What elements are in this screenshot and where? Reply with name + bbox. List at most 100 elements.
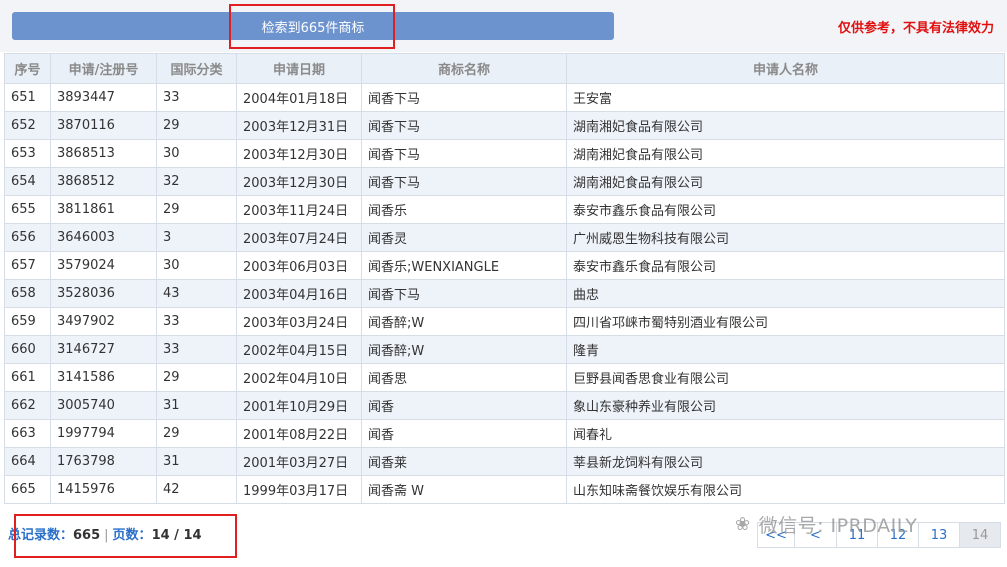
- row-index-cell: 651: [4, 83, 51, 112]
- table-row: 661 3141586 29 2002年04月10日 闻香思 巨野县闻香思食业有限公司: [4, 363, 1005, 392]
- watermark: ❀ 微信号: IPRDAILY: [735, 511, 917, 538]
- highlight-box-search-summary: [229, 4, 395, 49]
- trademark-name-link[interactable]: 闻香醉;W: [361, 335, 567, 364]
- applicant-cell: 象山东豪种养业有限公司: [566, 391, 1005, 420]
- class-cell: 43: [156, 279, 237, 308]
- table-row: 660 3146727 33 2002年04月15日 闻香醉;W 隆青: [4, 335, 1005, 364]
- trademark-name-link[interactable]: 闻香乐: [361, 195, 567, 224]
- date-cell: 2004年01月18日: [236, 83, 362, 112]
- registration-number-link[interactable]: 3868512: [50, 167, 157, 196]
- table-row: 654 3868512 32 2003年12月30日 闻香下马 湖南湘妃食品有限公司: [4, 167, 1005, 196]
- class-cell: 33: [156, 335, 237, 364]
- trademark-name-link[interactable]: 闻香下马: [361, 279, 567, 308]
- applicant-cell: 湖南湘妃食品有限公司: [566, 111, 1005, 140]
- registration-number-link[interactable]: 3497902: [50, 307, 157, 336]
- table-row: 656 3646003 3 2003年07月24日 闻香灵 广州威恩生物科技有限公司: [4, 223, 1005, 252]
- table-header-col-index: 序号: [4, 53, 51, 84]
- class-cell: 30: [156, 139, 237, 168]
- table-header-col-applicant: 申请人名称: [566, 53, 1005, 84]
- table-row: 662 3005740 31 2001年10月29日 闻香 象山东豪种养业有限公司: [4, 391, 1005, 420]
- table-row: 655 3811861 29 2003年11月24日 闻香乐 泰安市鑫乐食品有限公司: [4, 195, 1005, 224]
- highlight-box-page-summary: [14, 514, 237, 558]
- date-cell: 2001年03月27日: [236, 447, 362, 476]
- registration-number-link[interactable]: 3141586: [50, 363, 157, 392]
- class-cell: 30: [156, 251, 237, 280]
- watermark-text: 微信号: IPRDAILY: [758, 515, 918, 537]
- applicant-cell: 巨野县闻香思食业有限公司: [566, 363, 1005, 392]
- date-cell: 2003年12月30日: [236, 139, 362, 168]
- registration-number-link[interactable]: 3528036: [50, 279, 157, 308]
- applicant-cell: 曲忠: [566, 279, 1005, 308]
- table-row: 653 3868513 30 2003年12月30日 闻香下马 湖南湘妃食品有限公司: [4, 139, 1005, 168]
- date-cell: 1999年03月17日: [236, 475, 362, 504]
- trademark-name-link[interactable]: 闻香思: [361, 363, 567, 392]
- trademark-results-table: 序号 申请/注册号 国际分类 申请日期 商标名称 申请人名称 651 3893447 33 20…: [4, 53, 1005, 504]
- applicant-cell: 泰安市鑫乐食品有限公司: [566, 251, 1005, 280]
- table-header-row: 序号 申请/注册号 国际分类 申请日期 商标名称 申请人名称: [4, 53, 1005, 84]
- applicant-cell: 山东知味斋餐饮娱乐有限公司: [566, 475, 1005, 504]
- date-cell: 2002年04月15日: [236, 335, 362, 364]
- class-cell: 33: [156, 307, 237, 336]
- applicant-cell: 广州威恩生物科技有限公司: [566, 223, 1005, 252]
- applicant-cell: 湖南湘妃食品有限公司: [566, 139, 1005, 168]
- registration-number-link[interactable]: 3146727: [50, 335, 157, 364]
- registration-number-link[interactable]: 3893447: [50, 83, 157, 112]
- class-cell: 29: [156, 111, 237, 140]
- registration-number-link[interactable]: 3868513: [50, 139, 157, 168]
- trademark-name-link[interactable]: 闻香: [361, 419, 567, 448]
- row-index-cell: 657: [4, 251, 51, 280]
- registration-number-link[interactable]: 3811861: [50, 195, 157, 224]
- table-row: 652 3870116 29 2003年12月31日 闻香下马 湖南湘妃食品有限公司: [4, 111, 1005, 140]
- trademark-name-link[interactable]: 闻香莱: [361, 447, 567, 476]
- class-cell: 29: [156, 419, 237, 448]
- registration-number-link[interactable]: 3579024: [50, 251, 157, 280]
- class-cell: 31: [156, 447, 237, 476]
- row-index-cell: 662: [4, 391, 51, 420]
- pager-page-14-current: 14: [959, 522, 1001, 548]
- table-row: 659 3497902 33 2003年03月24日 闻香醉;W 四川省邛崃市蜀特别酒业有…: [4, 307, 1005, 336]
- row-index-cell: 653: [4, 139, 51, 168]
- trademark-name-link[interactable]: 闻香下马: [361, 83, 567, 112]
- applicant-cell: 泰安市鑫乐食品有限公司: [566, 195, 1005, 224]
- date-cell: 2003年12月30日: [236, 167, 362, 196]
- row-index-cell: 660: [4, 335, 51, 364]
- registration-number-link[interactable]: 1763798: [50, 447, 157, 476]
- trademark-name-link[interactable]: 闻香乐;WENXIANGLE: [361, 251, 567, 280]
- date-cell: 2003年07月24日: [236, 223, 362, 252]
- pager-page-13[interactable]: 13: [918, 522, 959, 548]
- date-cell: 2003年03月24日: [236, 307, 362, 336]
- date-cell: 2003年04月16日: [236, 279, 362, 308]
- trademark-name-link[interactable]: 闻香: [361, 391, 567, 420]
- date-cell: 2003年06月03日: [236, 251, 362, 280]
- date-cell: 2003年12月31日: [236, 111, 362, 140]
- registration-number-link[interactable]: 3005740: [50, 391, 157, 420]
- trademark-name-link[interactable]: 闻香斋 W: [361, 475, 567, 504]
- trademark-name-link[interactable]: 闻香灵: [361, 223, 567, 252]
- table-row: 665 1415976 42 1999年03月17日 闻香斋 W 山东知味斋餐饮娱乐有限公…: [4, 475, 1005, 504]
- registration-number-link[interactable]: 1415976: [50, 475, 157, 504]
- registration-number-link[interactable]: 3870116: [50, 111, 157, 140]
- class-cell: 33: [156, 83, 237, 112]
- row-index-cell: 661: [4, 363, 51, 392]
- class-cell: 29: [156, 363, 237, 392]
- trademark-name-link[interactable]: 闻香下马: [361, 111, 567, 140]
- applicant-cell: 莘县新龙饲料有限公司: [566, 447, 1005, 476]
- date-cell: 2001年10月29日: [236, 391, 362, 420]
- row-index-cell: 654: [4, 167, 51, 196]
- date-cell: 2002年04月10日: [236, 363, 362, 392]
- table-row: 657 3579024 30 2003年06月03日 闻香乐;WENXIANGLE 泰安市…: [4, 251, 1005, 280]
- row-index-cell: 655: [4, 195, 51, 224]
- registration-number-link[interactable]: 3646003: [50, 223, 157, 252]
- row-index-cell: 652: [4, 111, 51, 140]
- date-cell: 2003年11月24日: [236, 195, 362, 224]
- applicant-cell: 闻春礼: [566, 419, 1005, 448]
- wechat-icon: ❀: [735, 514, 751, 535]
- registration-number-link[interactable]: 1997794: [50, 419, 157, 448]
- row-index-cell: 663: [4, 419, 51, 448]
- trademark-name-link[interactable]: 闻香醉;W: [361, 307, 567, 336]
- trademark-name-link[interactable]: 闻香下马: [361, 139, 567, 168]
- applicant-cell: 王安富: [566, 83, 1005, 112]
- row-index-cell: 659: [4, 307, 51, 336]
- applicant-cell: 隆青: [566, 335, 1005, 364]
- trademark-name-link[interactable]: 闻香下马: [361, 167, 567, 196]
